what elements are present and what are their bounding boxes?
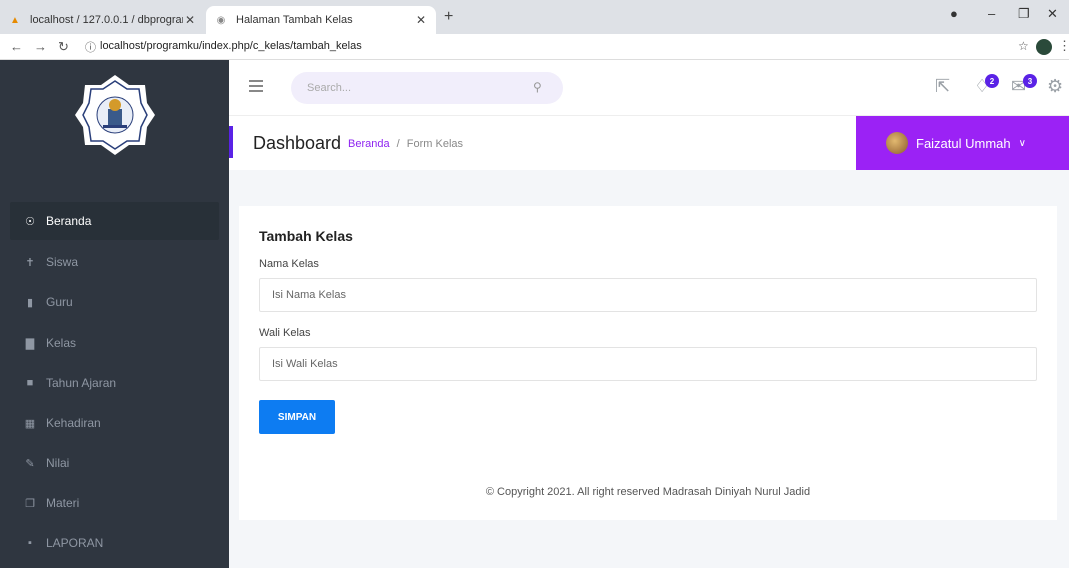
file-icon: ▪ (28, 537, 32, 549)
browser-tab-tambah-kelas[interactable]: ◉ Halaman Tambah Kelas ✕ (206, 6, 436, 34)
nama-kelas-input[interactable] (259, 278, 1037, 312)
footer-copyright: © Copyright 2021. All right reserved Mad… (485, 486, 811, 498)
globe-icon: ◉ (216, 14, 226, 26)
sidebar-item-label: Tahun Ajaran (46, 376, 117, 390)
close-icon[interactable]: ✕ (183, 13, 197, 27)
wali-kelas-label: Wali Kelas (259, 327, 311, 339)
sidebar-item-label: Nilai (46, 456, 70, 470)
folder-icon: ■ (26, 377, 34, 389)
form-card: Tambah Kelas Nama Kelas Wali Kelas SIMPA… (239, 206, 1057, 520)
window-close-icon[interactable]: ✕ (1047, 6, 1058, 22)
tab-title: Halaman Tambah Kelas (236, 14, 353, 26)
user-name: Faizatul Ummah (916, 135, 1011, 151)
tab-title: localhost / 127.0.0.1 / dbprogram (30, 14, 183, 26)
forward-arrow-icon[interactable]: → (34, 39, 47, 54)
browser-tab-bar: ▲ localhost / 127.0.0.1 / dbprogram ✕ ◉ … (0, 0, 1069, 34)
url-text[interactable]: localhost/programku/index.php/c_kelas/ta… (100, 40, 362, 52)
pencil-icon: ✎ (25, 457, 35, 470)
hamburger-menu-icon[interactable] (249, 80, 263, 95)
fullscreen-icon[interactable]: ⇱ (935, 76, 950, 97)
sidebar-item-kehadiran[interactable]: ▦ Kehadiran (10, 404, 219, 442)
reload-icon[interactable]: ↻ (58, 39, 69, 55)
sidebar-item-label: Kehadiran (46, 416, 101, 430)
mail-badge: 3 (1023, 74, 1037, 88)
sidebar-item-tahun-ajaran[interactable]: ■ Tahun Ajaran (10, 364, 219, 402)
close-icon[interactable]: ✕ (414, 13, 428, 27)
teacher-icon: ▮ (26, 296, 34, 309)
page-title: Dashboard (253, 133, 342, 153)
nama-kelas-label: Nama Kelas (259, 258, 319, 270)
avatar (886, 132, 908, 154)
book-icon: ▇ (25, 337, 35, 350)
star-icon[interactable]: ☆ (1018, 39, 1029, 53)
sidebar-item-label: Guru (46, 295, 73, 309)
page-header: Dashboard Beranda / Form Kelas Faizatul … (229, 116, 1069, 170)
search-input[interactable] (291, 72, 563, 104)
breadcrumb: Beranda / Form Kelas (348, 138, 463, 150)
madrasah-logo (74, 75, 155, 155)
back-arrow-icon[interactable]: ← (10, 39, 23, 54)
simpan-button[interactable]: SIMPAN (259, 400, 335, 434)
header-accent-bar (229, 126, 233, 158)
breadcrumb-current: Form Kelas (406, 138, 464, 150)
main-content: Tambah Kelas Nama Kelas Wali Kelas SIMPA… (229, 170, 1069, 568)
sidebar-item-materi[interactable]: ❐ Materi (10, 484, 219, 522)
sidebar-item-beranda[interactable]: ☉ Beranda (10, 202, 219, 240)
sidebar-item-guru[interactable]: ▮ Guru (10, 283, 219, 321)
profile-avatar[interactable] (1036, 39, 1052, 55)
info-icon[interactable]: ⓘ (85, 39, 96, 55)
wali-kelas-input[interactable] (259, 347, 1037, 381)
sidebar-item-nilai[interactable]: ✎ Nilai (10, 444, 219, 482)
user-menu[interactable]: Faizatul Ummah ∨ (856, 116, 1069, 170)
sidebar-item-label: LAPORAN (46, 536, 104, 550)
maximize-icon[interactable]: ❐ (1018, 6, 1030, 22)
copy-icon: ❐ (25, 497, 35, 510)
table-icon: ▦ (24, 417, 36, 430)
form-title: Tambah Kelas (259, 228, 353, 244)
person-icon: ✝ (25, 256, 35, 269)
sidebar-item-siswa[interactable]: ✝ Siswa (10, 243, 219, 281)
notification-badge: 2 (985, 74, 999, 88)
minimize-icon[interactable]: – (988, 6, 995, 21)
record-icon[interactable]: ● (950, 6, 958, 21)
sidebar-item-laporan[interactable]: ▪ LAPORAN (10, 524, 219, 562)
plus-icon[interactable]: + (444, 8, 453, 26)
top-navbar: ⚲ ⇱ ♢ 2 ✉ 3 ⚙ (229, 60, 1069, 116)
browser-tab-phpmyadmin[interactable]: ▲ localhost / 127.0.0.1 / dbprogram ✕ (0, 6, 205, 34)
gear-icon[interactable]: ⚙ (1047, 76, 1063, 97)
phpmyadmin-icon: ▲ (10, 14, 20, 26)
sidebar-item-label: Materi (46, 496, 80, 510)
sidebar-item-kelas[interactable]: ▇ Kelas (10, 324, 219, 362)
breadcrumb-separator: / (396, 138, 400, 150)
kebab-menu-icon[interactable]: ⋮ (1058, 38, 1069, 54)
breadcrumb-home[interactable]: Beranda (348, 138, 390, 150)
sidebar-item-label: Beranda (46, 214, 92, 228)
search-icon[interactable]: ⚲ (533, 80, 542, 94)
address-bar: ← → ↻ ⓘ localhost/programku/index.php/c_… (0, 34, 1069, 60)
dashboard-icon: ☉ (25, 215, 35, 228)
sidebar: ☉ Beranda ✝ Siswa ▮ Guru ▇ Kelas ■ Tahun… (0, 60, 229, 568)
sidebar-item-label: Siswa (46, 255, 79, 269)
chevron-down-icon: ∨ (1018, 137, 1026, 149)
logo[interactable] (0, 60, 229, 170)
sidebar-item-label: Kelas (46, 336, 77, 350)
